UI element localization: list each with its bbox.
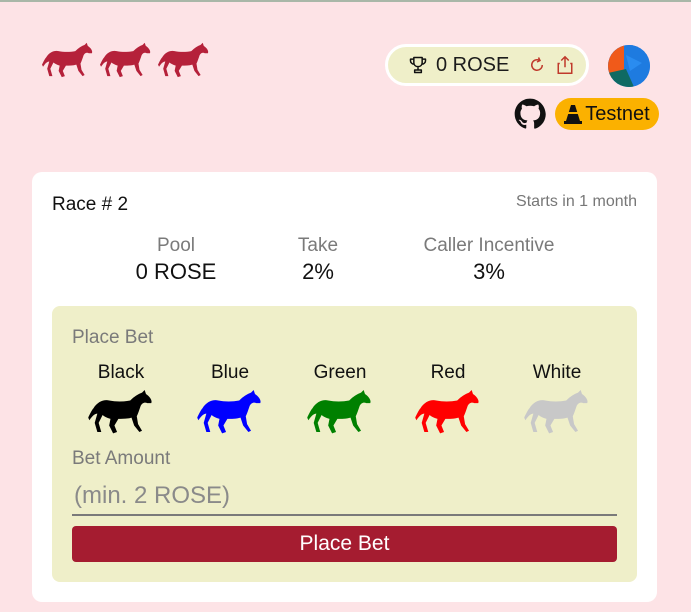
refresh-button[interactable] [527, 55, 547, 75]
place-bet-title: Place Bet [72, 327, 154, 348]
avatar-identicon [608, 45, 650, 87]
race-start-time: Starts in 1 month [516, 193, 637, 210]
pool-stat: Pool 0 ROSE [130, 235, 222, 285]
race-title: Race # 2 [52, 194, 129, 215]
network-label: Testnet [585, 102, 650, 125]
horse-icon [86, 390, 156, 436]
take-value: 2% [302, 259, 334, 284]
bet-amount-label: Bet Amount [72, 448, 171, 469]
place-bet-panel: Place Bet Black Blue Green Red White Bet… [52, 306, 637, 582]
place-bet-button[interactable]: Place Bet [72, 526, 617, 562]
horse-name: Blue [210, 362, 250, 383]
account-avatar[interactable] [608, 45, 650, 87]
horse-icon [413, 390, 483, 436]
horse-icon [195, 390, 265, 436]
caller-incentive-value: 3% [473, 259, 505, 284]
traffic-cone-icon [564, 105, 583, 124]
horse-option-red[interactable]: Red [403, 362, 493, 436]
pool-label: Pool [156, 235, 196, 256]
take-stat: Take 2% [288, 235, 348, 285]
bet-amount-input[interactable] [72, 478, 617, 516]
horse-logo-icon [42, 42, 94, 80]
app-logo[interactable] [42, 42, 210, 80]
wallet-balance-pill: 0 ROSE [385, 44, 589, 86]
github-icon[interactable] [514, 98, 546, 130]
horse-name: Red [430, 362, 466, 383]
horse-logo-icon [100, 42, 152, 80]
horse-name: Black [97, 362, 145, 383]
horse-name: Green [313, 362, 367, 383]
network-badge[interactable]: Testnet [555, 98, 659, 130]
trophy-icon [409, 56, 427, 74]
horse-option-white[interactable]: White [512, 362, 602, 436]
horse-option-black[interactable]: Black [76, 362, 166, 436]
horse-icon [522, 390, 592, 436]
horse-option-green[interactable]: Green [295, 362, 385, 436]
caller-incentive-stat: Caller Incentive 3% [416, 235, 562, 285]
share-icon [557, 55, 573, 74]
refresh-icon [531, 57, 544, 71]
race-card: Race # 2 Starts in 1 month Pool 0 ROSE T… [32, 172, 657, 602]
horse-icon [305, 390, 375, 436]
horse-name: White [532, 362, 582, 383]
share-button[interactable] [555, 55, 575, 75]
caller-incentive-label: Caller Incentive [423, 235, 555, 256]
wallet-balance: 0 ROSE [436, 53, 510, 76]
take-label: Take [297, 235, 339, 256]
horse-option-blue[interactable]: Blue [185, 362, 275, 436]
horse-logo-icon [158, 42, 210, 80]
pool-value: 0 ROSE [135, 259, 217, 284]
